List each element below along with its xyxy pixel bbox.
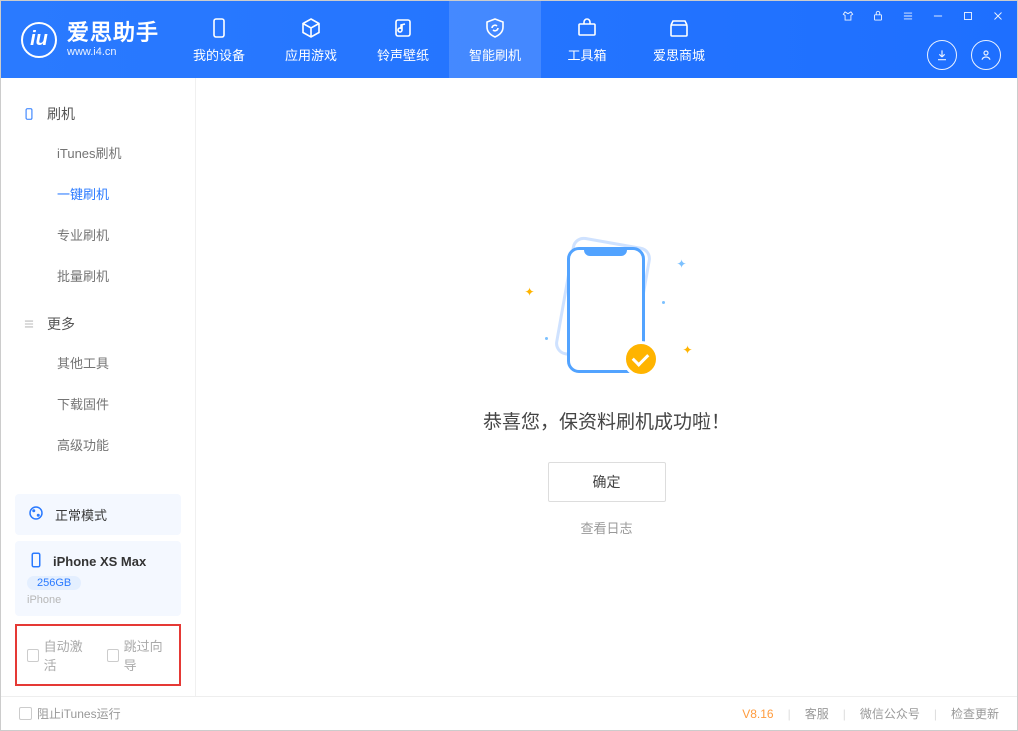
device-icon xyxy=(27,551,45,572)
list-icon xyxy=(21,316,37,332)
account-button[interactable] xyxy=(971,40,1001,70)
tab-label: 智能刷机 xyxy=(469,45,521,64)
sidebar: 刷机 iTunes刷机 一键刷机 专业刷机 批量刷机 更多 其他工具 下载固件 … xyxy=(1,78,196,696)
status-bar: 阻止iTunes运行 V8.16 | 客服 | 微信公众号 | 检查更新 xyxy=(1,696,1017,730)
sparkle-icon: ✦ xyxy=(525,285,535,299)
close-button[interactable] xyxy=(989,7,1007,25)
toolbox-icon xyxy=(575,16,599,40)
flash-options-row: 自动激活 跳过向导 xyxy=(15,624,181,686)
block-itunes-checkbox[interactable]: 阻止iTunes运行 xyxy=(19,705,121,722)
tab-apps-games[interactable]: 应用游戏 xyxy=(265,1,357,78)
sidebar-item-itunes-flash[interactable]: iTunes刷机 xyxy=(1,132,195,173)
checkbox-label: 阻止iTunes运行 xyxy=(37,705,121,722)
mode-label: 正常模式 xyxy=(55,505,107,524)
auto-activate-checkbox[interactable]: 自动激活 xyxy=(27,636,89,674)
success-message: 恭喜您，保资料刷机成功啦！ xyxy=(483,407,730,434)
sparkle-icon: ✦ xyxy=(682,343,692,357)
sidebar-item-oneclick-flash[interactable]: 一键刷机 xyxy=(1,173,195,214)
tab-label: 应用游戏 xyxy=(285,45,337,64)
ok-button[interactable]: 确定 xyxy=(548,462,666,502)
checkbox-icon xyxy=(107,649,119,662)
check-update-link[interactable]: 检查更新 xyxy=(951,705,999,722)
sidebar-group-flash: 刷机 xyxy=(1,96,195,132)
version-label: V8.16 xyxy=(742,707,773,721)
checkbox-icon xyxy=(27,649,39,662)
tab-label: 铃声壁纸 xyxy=(377,45,429,64)
tab-label: 爱思商城 xyxy=(653,45,705,64)
store-icon xyxy=(667,16,691,40)
device-type: iPhone xyxy=(27,594,61,606)
device-icon xyxy=(21,106,37,122)
app-logo: iu 爱思助手 www.i4.cn xyxy=(1,21,173,57)
sidebar-item-download-firmware[interactable]: 下载固件 xyxy=(1,383,195,424)
main-content: ✦ ✦ ✦ 恭喜您，保资料刷机成功啦！ 确定 查看日志 xyxy=(196,78,1017,696)
tab-smart-flash[interactable]: 智能刷机 xyxy=(449,1,541,78)
check-badge-icon xyxy=(623,341,659,377)
sidebar-item-pro-flash[interactable]: 专业刷机 xyxy=(1,214,195,255)
device-capacity: 256GB xyxy=(27,576,81,590)
logo-icon: iu xyxy=(21,22,57,58)
checkbox-icon xyxy=(19,707,32,720)
header-right-buttons xyxy=(927,40,1001,70)
checkbox-label: 跳过向导 xyxy=(124,636,169,674)
group-title: 刷机 xyxy=(47,104,75,124)
app-url: www.i4.cn xyxy=(67,46,159,58)
sidebar-item-batch-flash[interactable]: 批量刷机 xyxy=(1,255,195,296)
tab-ringtones-wallpapers[interactable]: 铃声壁纸 xyxy=(357,1,449,78)
tab-label: 我的设备 xyxy=(193,45,245,64)
menu-icon[interactable] xyxy=(899,7,917,25)
wechat-link[interactable]: 微信公众号 xyxy=(860,705,920,722)
phone-icon xyxy=(207,16,231,40)
top-tabs: 我的设备 应用游戏 铃声壁纸 智能刷机 工具箱 爱思商城 xyxy=(173,1,725,78)
group-title: 更多 xyxy=(47,314,75,334)
shirt-icon[interactable] xyxy=(839,7,857,25)
maximize-button[interactable] xyxy=(959,7,977,25)
tab-toolbox[interactable]: 工具箱 xyxy=(541,1,633,78)
view-log-link[interactable]: 查看日志 xyxy=(580,518,632,537)
app-header: iu 爱思助手 www.i4.cn 我的设备 应用游戏 铃声壁纸 智能刷机 工具… xyxy=(1,1,1017,78)
device-card[interactable]: iPhone XS Max 256GB iPhone xyxy=(15,541,181,616)
shield-refresh-icon xyxy=(483,16,507,40)
lock-icon[interactable] xyxy=(869,7,887,25)
mode-card[interactable]: 正常模式 xyxy=(15,494,181,535)
tab-store[interactable]: 爱思商城 xyxy=(633,1,725,78)
checkbox-label: 自动激活 xyxy=(44,636,89,674)
tab-label: 工具箱 xyxy=(568,45,607,64)
mode-icon xyxy=(27,504,45,525)
skip-guide-checkbox[interactable]: 跳过向导 xyxy=(107,636,169,674)
sidebar-item-advanced[interactable]: 高级功能 xyxy=(1,424,195,465)
app-title: 爱思助手 xyxy=(67,21,159,45)
device-name: iPhone XS Max xyxy=(53,554,146,569)
sparkle-icon: ✦ xyxy=(676,257,686,271)
music-note-icon xyxy=(391,16,415,40)
sidebar-item-other-tools[interactable]: 其他工具 xyxy=(1,342,195,383)
support-link[interactable]: 客服 xyxy=(805,705,829,722)
minimize-button[interactable] xyxy=(929,7,947,25)
window-controls xyxy=(839,7,1007,25)
download-button[interactable] xyxy=(927,40,957,70)
success-illustration: ✦ ✦ ✦ xyxy=(517,237,697,387)
cube-icon xyxy=(299,16,323,40)
sidebar-group-more: 更多 xyxy=(1,306,195,342)
tab-my-device[interactable]: 我的设备 xyxy=(173,1,265,78)
